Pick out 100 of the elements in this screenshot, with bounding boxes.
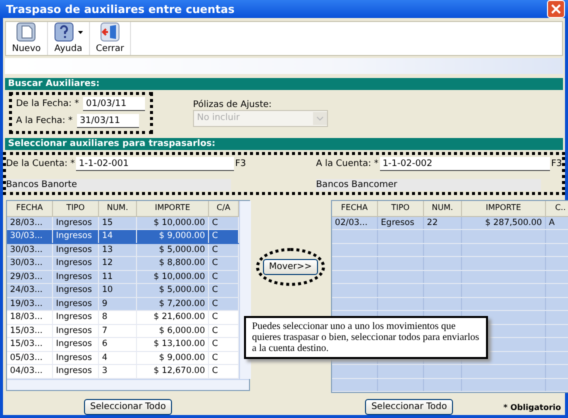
table-cell: 05/03... xyxy=(7,352,53,364)
column-header[interactable]: FECHA xyxy=(7,200,53,216)
table-cell: 29/03... xyxy=(7,270,53,283)
table-cell: Ingresos xyxy=(53,257,99,270)
column-header[interactable]: C.. xyxy=(546,200,568,216)
table-cell: $ 8,800.00 xyxy=(137,257,209,270)
table-row[interactable]: 15/03... Ingresos 7 $ 6,000.00 C xyxy=(7,324,239,338)
table-row[interactable]: 05/03... Ingresos 4 $ 9,000.00 C xyxy=(7,352,239,365)
table-cell: Ingresos xyxy=(53,284,99,296)
table-cell: Ingresos xyxy=(53,352,99,364)
shortcut-key: F3 xyxy=(235,159,246,169)
column-header[interactable]: IMPORTE xyxy=(137,200,209,216)
table-cell: $ 5,000.00 xyxy=(137,244,209,256)
table-cell: $ 12,670.00 xyxy=(137,365,209,378)
table-row[interactable]: 30/03... Ingresos 14 $ 9,000.00 C xyxy=(7,230,239,244)
caret-icon[interactable] xyxy=(78,30,83,34)
table-cell: 04/03... xyxy=(7,365,53,378)
table-cell: 11 xyxy=(99,270,137,283)
date-field[interactable]: 01/03/11 xyxy=(83,97,145,111)
column-header[interactable]: TIPO xyxy=(53,200,99,216)
table-cell: $ 9,000.00 xyxy=(137,352,209,364)
table-cell: $ 5,000.00 xyxy=(137,284,209,296)
select-all-button[interactable]: Seleccionar Todo xyxy=(84,399,172,415)
table-cell: 4 xyxy=(99,352,137,364)
table-cell: 18/03... xyxy=(7,311,53,324)
table-cell: 12 xyxy=(99,257,137,270)
table-row[interactable]: 24/03... Ingresos 10 $ 5,000.00 C xyxy=(7,284,239,298)
column-header[interactable]: NUM. xyxy=(99,200,137,216)
table-cell: 15 xyxy=(99,216,137,229)
toolbar-button[interactable]: Nuevo xyxy=(6,22,48,55)
table-cell: 13 xyxy=(99,244,137,256)
field-label: De la Cuenta: * xyxy=(6,159,75,169)
table-row[interactable]: 28/03... Ingresos 15 $ 10,000.00 C xyxy=(7,216,239,230)
section-header: Buscar Auxiliares: xyxy=(5,78,563,90)
table-row[interactable]: 18/03... Ingresos 8 $ 21,600.00 C xyxy=(7,311,239,324)
column-header[interactable]: IMPORTE xyxy=(462,200,546,216)
select-all-button[interactable]: Seleccionar Todo xyxy=(365,399,453,415)
table-row[interactable]: 19/03... Ingresos 9 $ 7,200.00 C xyxy=(7,298,239,311)
shortcut-key: F3 xyxy=(551,159,562,169)
table-row[interactable]: 30/03... Ingresos 13 $ 5,000.00 C xyxy=(7,244,239,257)
table-row[interactable]: 04/03... Ingresos 3 $ 12,670.00 C xyxy=(7,365,239,378)
callout-tooltip: Puedes seleccionar uno a uno los movimientos que quieres traspasar o bien, seleccionar todos para enviarlos a la cuenta destino. xyxy=(244,316,488,359)
column-header[interactable]: TIPO xyxy=(378,200,424,216)
scrollbar[interactable] xyxy=(7,378,249,390)
date-field[interactable]: 31/03/11 xyxy=(76,114,139,128)
table-cell: 15/03... xyxy=(7,338,53,350)
account-name: Bancos Banorte xyxy=(6,178,231,190)
field-label: A la Fecha: * xyxy=(16,116,73,126)
table-cell: 15/03... xyxy=(7,324,53,337)
window-title: Traspaso de auxiliares entre cuentas xyxy=(6,2,235,16)
toolbar-button[interactable]: Cerrar xyxy=(90,22,132,55)
table-cell: 8 xyxy=(99,311,137,324)
table-cell: 30/03... xyxy=(7,257,53,270)
table-cell: Ingresos xyxy=(53,230,99,242)
field-label: De la Fecha: * xyxy=(16,99,79,109)
help-icon xyxy=(54,22,74,42)
account-field[interactable]: 1-1-02-001 xyxy=(76,157,234,171)
account-field[interactable]: 1-1-02-002 xyxy=(380,157,550,171)
toolbar-button[interactable]: Ayuda xyxy=(48,22,90,55)
table-cell: $ 13,100.00 xyxy=(137,338,209,350)
required-note: * Obligatorio xyxy=(503,402,561,412)
table-row[interactable]: 02/03... Egresos 22 $ 287,500.00 A xyxy=(332,216,568,230)
table-cell: Ingresos xyxy=(53,324,99,337)
close-button[interactable] xyxy=(547,0,565,18)
table-cell: 02/03... xyxy=(332,216,378,229)
table-row[interactable]: 15/03... Ingresos 6 $ 13,100.00 C xyxy=(7,338,239,352)
table-cell: 19/03... xyxy=(7,298,53,310)
table-cell: 9 xyxy=(99,298,137,310)
table-cell: Ingresos xyxy=(53,216,99,229)
field-label: Pólizas de Ajuste: xyxy=(193,100,273,110)
table-cell: $ 10,000.00 xyxy=(137,270,209,283)
table-cell: 14 xyxy=(99,230,137,242)
table-cell: $ 7,200.00 xyxy=(137,298,209,310)
table-cell: $ 10,000.00 xyxy=(137,216,209,229)
table-cell: 30/03... xyxy=(7,230,53,242)
table-cell: Ingresos xyxy=(53,244,99,256)
table-cell: 30/03... xyxy=(7,244,53,256)
table-cell: 10 xyxy=(99,284,137,296)
table-cell: Ingresos xyxy=(53,270,99,283)
table-cell: $ 287,500.00 xyxy=(462,216,546,229)
section-header: Seleccionar auxiliares para traspasarlos: xyxy=(5,138,563,150)
move-button[interactable]: Mover>> xyxy=(263,258,318,274)
table-row[interactable]: 30/03... Ingresos 12 $ 8,800.00 C xyxy=(7,257,239,270)
field-label: A la Cuenta: * xyxy=(316,159,379,169)
close-icon[interactable] xyxy=(551,4,561,14)
table-row[interactable]: 29/03... Ingresos 11 $ 10,000.00 C xyxy=(7,270,239,284)
table-cell: Ingresos xyxy=(53,298,99,310)
column-header[interactable]: FECHA xyxy=(332,200,378,216)
table-cell: Egresos xyxy=(378,216,424,229)
table-cell: $ 21,600.00 xyxy=(137,311,209,324)
table-cell: 24/03... xyxy=(7,284,53,296)
column-header[interactable]: NUM. xyxy=(424,200,462,216)
table-cell: $ 6,000.00 xyxy=(137,324,209,337)
table-cell: 28/03... xyxy=(7,216,53,229)
account-name: Bancos Bancomer xyxy=(316,178,541,190)
table-cell: 7 xyxy=(99,324,137,337)
table-cell: Ingresos xyxy=(53,338,99,350)
table-cell: Ingresos xyxy=(53,365,99,378)
table-cell: 22 xyxy=(424,216,462,229)
table-cell: Ingresos xyxy=(53,311,99,324)
